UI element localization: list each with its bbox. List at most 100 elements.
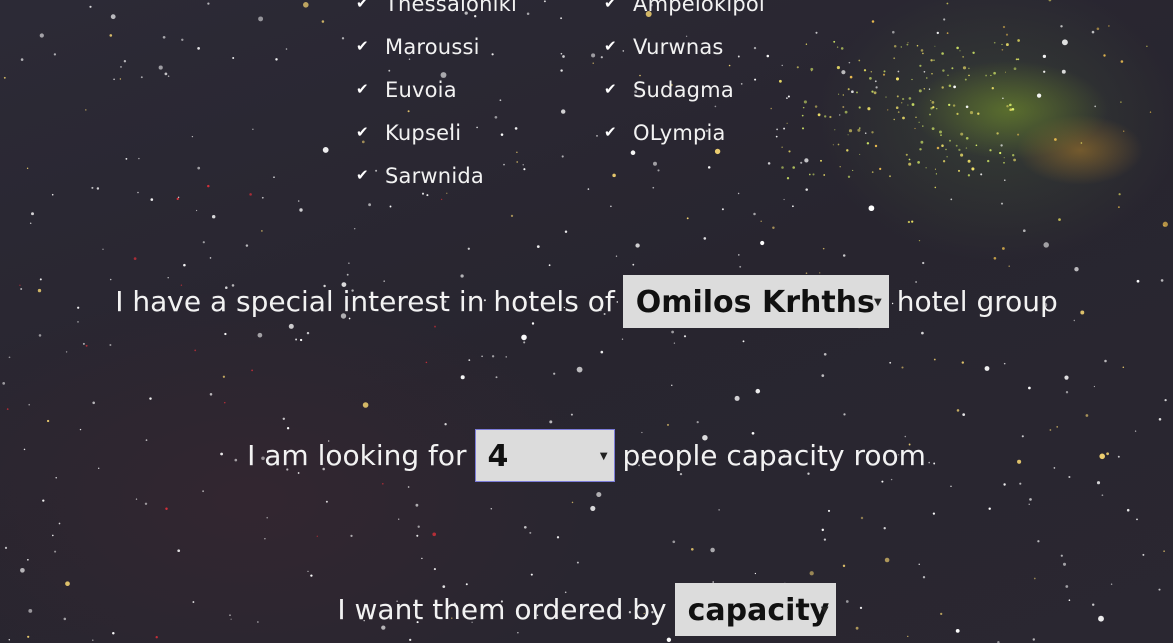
capacity-select[interactable]: 4 ▼ xyxy=(474,429,615,482)
star xyxy=(936,31,939,35)
star xyxy=(792,205,794,208)
star xyxy=(666,637,672,642)
star xyxy=(821,528,825,532)
star xyxy=(209,393,213,396)
star xyxy=(896,95,899,98)
star xyxy=(590,505,596,511)
star xyxy=(39,33,44,38)
star xyxy=(1142,553,1145,556)
city-item-ampelokipoi[interactable]: ✔ Ampelokipoi xyxy=(604,0,765,26)
star xyxy=(207,2,210,5)
dropdown-arrow-icon: ▼ xyxy=(874,297,882,308)
city-item-sudagma[interactable]: ✔ Sudagma xyxy=(604,69,765,112)
star xyxy=(526,12,530,16)
star xyxy=(82,342,85,345)
star xyxy=(560,17,563,20)
star xyxy=(109,344,112,346)
star xyxy=(949,139,951,142)
star xyxy=(823,352,827,356)
city-label: Euvoia xyxy=(385,78,457,102)
star xyxy=(673,342,676,344)
checkmark-icon: ✔ xyxy=(356,37,369,55)
city-item-euvoia[interactable]: ✔ Euvoia xyxy=(356,69,517,112)
star xyxy=(823,538,827,541)
city-item-maroussi[interactable]: ✔ Maroussi xyxy=(356,26,517,69)
star xyxy=(652,186,655,189)
star xyxy=(770,107,772,110)
star xyxy=(814,105,818,108)
star xyxy=(1009,108,1013,112)
star xyxy=(1003,362,1006,365)
star xyxy=(1029,498,1032,501)
star xyxy=(917,161,920,164)
star xyxy=(839,165,841,168)
checkmark-icon: ✔ xyxy=(604,80,617,98)
city-item-sarwnida[interactable]: ✔ Sarwnida xyxy=(356,155,517,198)
star xyxy=(965,147,968,149)
star xyxy=(1043,242,1049,248)
star xyxy=(895,77,900,81)
star xyxy=(1000,202,1004,205)
city-item-kupseli[interactable]: ✔ Kupseli xyxy=(356,112,517,155)
star xyxy=(553,372,556,375)
star xyxy=(901,366,904,369)
city-label: Sudagma xyxy=(633,78,734,102)
star xyxy=(1008,265,1010,267)
star xyxy=(843,413,846,416)
star xyxy=(65,351,68,353)
capacity-selected-value: 4 xyxy=(487,439,509,474)
star xyxy=(842,254,846,257)
star xyxy=(847,88,850,91)
star xyxy=(325,500,328,503)
star xyxy=(824,115,827,118)
star xyxy=(805,272,808,275)
star xyxy=(26,167,29,169)
star xyxy=(875,86,878,89)
star xyxy=(907,42,909,44)
star xyxy=(556,536,560,539)
star xyxy=(836,46,839,48)
hotel-group-select[interactable]: Omilos Krhths ▼ xyxy=(622,275,889,328)
star xyxy=(505,356,507,358)
star xyxy=(871,171,874,173)
star xyxy=(871,131,874,134)
star xyxy=(996,132,999,135)
star xyxy=(804,158,809,163)
star xyxy=(1019,482,1022,485)
star xyxy=(561,155,564,158)
star xyxy=(941,144,944,147)
star xyxy=(742,340,745,343)
city-item-olympia[interactable]: ✔ OLympia xyxy=(604,112,765,155)
star xyxy=(610,205,612,208)
star xyxy=(1118,193,1121,196)
star xyxy=(140,76,143,79)
city-item-vurwnas[interactable]: ✔ Vurwnas xyxy=(604,26,765,69)
star xyxy=(600,350,604,354)
star xyxy=(1017,39,1020,42)
star xyxy=(1062,562,1067,566)
star xyxy=(957,169,961,172)
star xyxy=(1013,158,1016,162)
ordering-select[interactable]: capacity ▼ xyxy=(674,583,836,636)
star xyxy=(721,208,724,211)
star xyxy=(738,254,740,256)
star xyxy=(964,78,967,81)
star xyxy=(1032,638,1036,641)
star xyxy=(690,547,694,551)
star xyxy=(961,361,964,364)
city-label: OLympia xyxy=(633,121,726,145)
star xyxy=(96,187,100,190)
star xyxy=(310,574,313,577)
hotel-group-row: I have a special interest in hotels of O… xyxy=(0,275,1173,328)
star xyxy=(657,169,660,172)
star xyxy=(299,338,303,342)
star xyxy=(20,567,25,573)
star xyxy=(864,132,867,134)
star xyxy=(297,200,300,202)
star xyxy=(887,109,889,111)
star xyxy=(495,376,498,379)
city-item-thessaloniki[interactable]: ✔ Thessaloniki xyxy=(356,0,517,26)
star xyxy=(781,64,783,67)
star xyxy=(416,534,419,537)
checkmark-icon: ✔ xyxy=(604,37,617,55)
